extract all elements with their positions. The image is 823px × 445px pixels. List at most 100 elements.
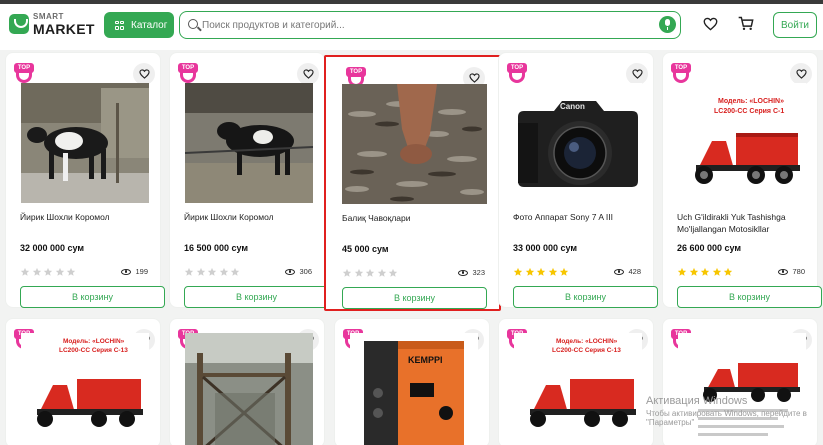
trike-model-line2: LC200-CC Серия С-13 (552, 347, 621, 354)
star-icon (712, 267, 721, 276)
star-icon (559, 267, 569, 276)
star-icon (513, 267, 523, 276)
windows-activation-watermark: Активация Windows Чтобы активировать Win… (646, 395, 807, 427)
eye-icon (458, 269, 469, 276)
camera-brand: Canon (560, 102, 585, 111)
star-icon (700, 267, 710, 276)
eye-icon (614, 268, 625, 275)
star-icon (32, 267, 41, 276)
star-icon (354, 268, 363, 277)
product-title[interactable]: Uch G'ildirakli Yuk Tashishga Mo'ljallan… (677, 211, 815, 235)
eye-icon (778, 268, 789, 275)
top-badge: TOP (14, 63, 34, 83)
star-icon (548, 267, 557, 276)
add-to-cart-button[interactable]: В корзину (342, 287, 487, 309)
product-image[interactable]: Canon (514, 83, 642, 203)
product-image[interactable] (21, 83, 149, 203)
product-image[interactable] (185, 333, 313, 445)
login-button[interactable]: Войти (773, 12, 817, 38)
star-icon (55, 267, 64, 276)
star-icon (219, 267, 228, 276)
star-icon (230, 267, 240, 276)
favorites-icon[interactable] (703, 17, 718, 36)
top-badge: TOP (178, 63, 198, 83)
star-icon (388, 268, 398, 277)
product-card[interactable]: TOP Балиқ Чавоқлари 45 000 сум 323 В кор… (324, 55, 501, 311)
add-to-cart-button[interactable]: В корзину (184, 286, 329, 308)
favorite-button[interactable] (133, 63, 155, 85)
catalog-label: Каталог (131, 19, 168, 31)
logo-text-bottom: MARKET (33, 21, 95, 37)
microphone-icon[interactable] (659, 16, 676, 33)
product-title[interactable]: Фото Аппарат Sony 7 A III (513, 211, 651, 223)
star-icon (525, 267, 534, 276)
product-card[interactable]: TOP Canon Фото Аппарат Sony 7 A III 33 0… (498, 52, 658, 308)
star-icon (342, 268, 352, 277)
logo[interactable]: SMART MARKET (9, 10, 94, 38)
search-icon (188, 19, 198, 29)
add-to-cart-button[interactable]: В корзину (20, 286, 165, 308)
favorite-button[interactable] (297, 63, 319, 85)
product-image[interactable]: Модель: «LOCHIN» LC200-CC Серия С-13 (514, 333, 642, 445)
trike-model-line2: LC200-CC Серия С-1 (714, 108, 784, 115)
product-price: 32 000 000 сум (20, 243, 85, 253)
logo-icon (9, 14, 29, 34)
views-count: 428 (614, 267, 641, 276)
product-price: 33 000 000 сум (513, 243, 578, 253)
product-card[interactable]: TOP KEMPPI (334, 318, 490, 445)
star-icon (365, 268, 375, 277)
trike-model-line1: Модель: «LOCHIN» (556, 338, 618, 345)
views-count: 323 (458, 268, 485, 277)
cart-icon[interactable] (738, 16, 754, 36)
welder-brand: KEMPPI (408, 355, 443, 365)
trike-model-line1: Модель: «LOCHIN» (63, 338, 125, 345)
views-count: 306 (285, 267, 312, 276)
star-icon (66, 267, 76, 276)
logo-text-top: SMART (33, 12, 64, 21)
rating-stars (677, 267, 733, 277)
product-title[interactable]: Балиқ Чавоқлари (342, 212, 480, 224)
rating-stars (342, 268, 398, 278)
grid-icon (115, 20, 124, 30)
catalog-button[interactable]: Каталог (104, 12, 174, 38)
star-icon (377, 268, 386, 277)
product-image[interactable] (185, 83, 313, 203)
product-card[interactable]: TOP (169, 318, 325, 445)
product-card[interactable]: TOP Модель: «LOCHIN» LC200-CC Серия С-13 (498, 318, 654, 445)
views-count: 199 (121, 267, 148, 276)
rating-stars (20, 267, 76, 277)
product-title[interactable]: Йирик Шохли Коромол (184, 211, 322, 223)
star-icon (723, 267, 733, 276)
favorite-button[interactable] (626, 63, 648, 85)
product-image[interactable] (342, 84, 487, 204)
product-image[interactable]: Модель: «LOCHIN» LC200-CC Серия С-1 (678, 83, 806, 203)
product-price: 16 500 000 сум (184, 243, 249, 253)
product-card[interactable]: TOP Йирик Шохли Коромол 32 000 000 сум 1… (5, 52, 165, 308)
product-price: 26 600 000 сум (677, 243, 742, 253)
star-icon (20, 267, 30, 276)
eye-icon (285, 268, 296, 275)
product-card[interactable]: TOP Йирик Шохли Коромол 16 500 000 сум 3… (169, 52, 329, 308)
rating-stars (184, 267, 240, 277)
star-icon (196, 267, 205, 276)
product-card[interactable]: TOP Модель: «LOCHIN» LC200-CC Серия С-1 … (662, 52, 822, 308)
trike-model-line2: LC200-CC Серия С-13 (59, 347, 128, 354)
top-badge: TOP (507, 63, 527, 83)
product-image[interactable]: Модель: «LOCHIN» LC200-CC Серия С-13 (21, 333, 149, 445)
header: SMART MARKET Каталог Войти (0, 4, 823, 44)
add-to-cart-button[interactable]: В корзину (677, 286, 822, 308)
star-icon (43, 267, 53, 276)
search-input[interactable] (202, 15, 642, 35)
star-icon (536, 267, 546, 276)
product-title[interactable]: Йирик Шохли Коромол (20, 211, 158, 223)
star-icon (677, 267, 687, 276)
product-image[interactable]: KEMPPI (350, 333, 478, 445)
add-to-cart-button[interactable]: В корзину (513, 286, 658, 308)
product-card[interactable]: TOP Модель: «LOCHIN» LC200-CC Серия С-13 (5, 318, 161, 445)
trike-model-line1: Модель: «LOCHIN» (718, 98, 784, 105)
product-image[interactable] (678, 333, 806, 445)
star-icon (207, 267, 217, 276)
product-grid: TOP Йирик Шохли Коромол 32 000 000 сум 1… (0, 50, 823, 445)
search-bar (179, 11, 681, 39)
favorite-button[interactable] (790, 63, 812, 85)
